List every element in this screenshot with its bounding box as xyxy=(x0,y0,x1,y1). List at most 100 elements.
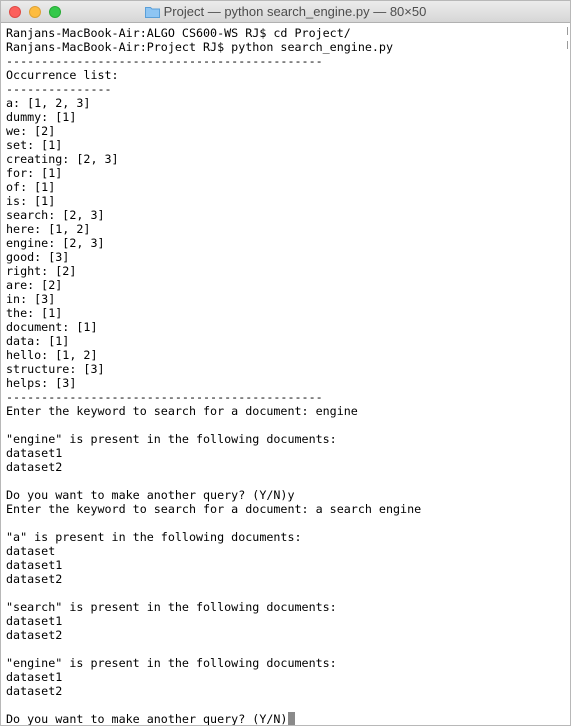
terminal-line: data: [1] xyxy=(6,334,565,348)
terminal-line-text: "engine" is present in the following doc… xyxy=(6,432,337,446)
folder-icon xyxy=(144,7,160,18)
terminal-line: the: [1] xyxy=(6,306,565,320)
terminal-line-text: Do you want to make another query? (Y/N) xyxy=(6,712,288,726)
terminal-line-text: set: [1] xyxy=(6,138,63,152)
terminal-line-text: we: [2] xyxy=(6,124,56,138)
terminal-window: Project — python search_engine.py — 80×5… xyxy=(0,0,571,726)
terminal-line-text: Do you want to make another query? (Y/N)… xyxy=(6,488,295,502)
terminal-line: of: [1] xyxy=(6,180,565,194)
terminal-line: dataset1 xyxy=(6,614,565,628)
terminal-line-text: dataset2 xyxy=(6,460,63,474)
terminal-line: structure: [3] xyxy=(6,362,565,376)
terminal-line: set: [1] xyxy=(6,138,565,152)
terminal-line: "a" is present in the following document… xyxy=(6,530,565,544)
terminal-line: dataset xyxy=(6,544,565,558)
terminal-line: "search" is present in the following doc… xyxy=(6,600,565,614)
terminal-line-text: a: [1, 2, 3] xyxy=(6,96,91,110)
terminal-line-text: Occurrence list: xyxy=(6,68,119,82)
terminal-line: document: [1] xyxy=(6,320,565,334)
terminal-line-text: dataset1 xyxy=(6,614,63,628)
window-title-text: Project — python search_engine.py — 80×5… xyxy=(163,4,427,19)
terminal-line: helps: [3] xyxy=(6,376,565,390)
terminal-line: dummy: [1] xyxy=(6,110,565,124)
terminal-line: dataset1 xyxy=(6,446,565,460)
terminal-line: good: [3] xyxy=(6,250,565,264)
terminal-line: search: [2, 3] xyxy=(6,208,565,222)
terminal-line: ----------------------------------------… xyxy=(6,390,565,404)
terminal-line-text: "search" is present in the following doc… xyxy=(6,600,337,614)
terminal-line: Ranjans-MacBook-Air:ALGO CS600-WS RJ$ cd… xyxy=(6,26,565,40)
terminal-line: Do you want to make another query? (Y/N)… xyxy=(6,488,565,502)
terminal-line-text: dataset1 xyxy=(6,558,63,572)
terminal-line: a: [1, 2, 3] xyxy=(6,96,565,110)
terminal-line-text: data: [1] xyxy=(6,334,70,348)
terminal-output[interactable]: Ranjans-MacBook-Air:ALGO CS600-WS RJ$ cd… xyxy=(1,23,570,725)
terminal-line: Occurrence list: xyxy=(6,68,565,82)
terminal-line-text: Enter the keyword to search for a docume… xyxy=(6,502,422,516)
terminal-line-text: for: [1] xyxy=(6,166,63,180)
terminal-line-text: search: [2, 3] xyxy=(6,208,105,222)
terminal-line-text: here: [1, 2] xyxy=(6,222,91,236)
terminal-line-text: in: [3] xyxy=(6,292,56,306)
terminal-line-text: hello: [1, 2] xyxy=(6,348,98,362)
terminal-line-text: helps: [3] xyxy=(6,376,77,390)
terminal-line-text: --------------- xyxy=(6,82,112,96)
terminal-line: --------------- xyxy=(6,82,565,96)
terminal-line-text: structure: [3] xyxy=(6,362,105,376)
terminal-line-text: are: [2] xyxy=(6,278,63,292)
terminal-line-text: "a" is present in the following document… xyxy=(6,530,302,544)
terminal-line: we: [2] xyxy=(6,124,565,138)
terminal-line: dataset2 xyxy=(6,684,565,698)
terminal-line: dataset2 xyxy=(6,460,565,474)
terminal-line: dataset1 xyxy=(6,558,565,572)
terminal-line-text: creating: [2, 3] xyxy=(6,152,119,166)
terminal-line: is: [1] xyxy=(6,194,565,208)
terminal-line: dataset1 xyxy=(6,670,565,684)
terminal-line: "engine" is present in the following doc… xyxy=(6,656,565,670)
terminal-line: here: [1, 2] xyxy=(6,222,565,236)
terminal-line-text: is: [1] xyxy=(6,194,56,208)
terminal-line: ----------------------------------------… xyxy=(6,54,565,68)
terminal-line: are: [2] xyxy=(6,278,565,292)
terminal-line: "engine" is present in the following doc… xyxy=(6,432,565,446)
terminal-line: Ranjans-MacBook-Air:Project RJ$ python s… xyxy=(6,40,565,54)
window-title: Project — python search_engine.py — 80×5… xyxy=(1,4,570,19)
terminal-line-text: dataset2 xyxy=(6,628,63,642)
text-cursor xyxy=(288,712,296,725)
terminal-line-text: of: [1] xyxy=(6,180,56,194)
terminal-line: Do you want to make another query? (Y/N) xyxy=(6,712,565,726)
terminal-line-text: ----------------------------------------… xyxy=(6,390,323,404)
terminal-line-text: dataset2 xyxy=(6,572,63,586)
terminal-line: for: [1] xyxy=(6,166,565,180)
terminal-line-text: document: [1] xyxy=(6,320,98,334)
terminal-line-text: "engine" is present in the following doc… xyxy=(6,656,337,670)
terminal-line: creating: [2, 3] xyxy=(6,152,565,166)
terminal-line: in: [3] xyxy=(6,292,565,306)
terminal-line-text: dataset1 xyxy=(6,446,63,460)
terminal-line: Enter the keyword to search for a docume… xyxy=(6,502,565,516)
terminal-line: Enter the keyword to search for a docume… xyxy=(6,404,565,418)
terminal-line-text: dataset xyxy=(6,544,56,558)
terminal-line: dataset2 xyxy=(6,572,565,586)
title-bar[interactable]: Project — python search_engine.py — 80×5… xyxy=(1,1,570,23)
terminal-line-text: dummy: [1] xyxy=(6,110,77,124)
terminal-line-text: right: [2] xyxy=(6,264,77,278)
terminal-line-text: Ranjans-MacBook-Air:ALGO CS600-WS RJ$ cd… xyxy=(6,26,351,40)
terminal-line: right: [2] xyxy=(6,264,565,278)
terminal-line-text: the: [1] xyxy=(6,306,63,320)
terminal-line-text: Enter the keyword to search for a docume… xyxy=(6,404,358,418)
terminal-line-text: Ranjans-MacBook-Air:Project RJ$ python s… xyxy=(6,40,394,54)
terminal-line-text: dataset1 xyxy=(6,670,63,684)
terminal-line-text: good: [3] xyxy=(6,250,70,264)
terminal-line: hello: [1, 2] xyxy=(6,348,565,362)
terminal-line: engine: [2, 3] xyxy=(6,236,565,250)
terminal-line-text: dataset2 xyxy=(6,684,63,698)
terminal-line-text: ----------------------------------------… xyxy=(6,54,323,68)
terminal-line-text: engine: [2, 3] xyxy=(6,236,105,250)
